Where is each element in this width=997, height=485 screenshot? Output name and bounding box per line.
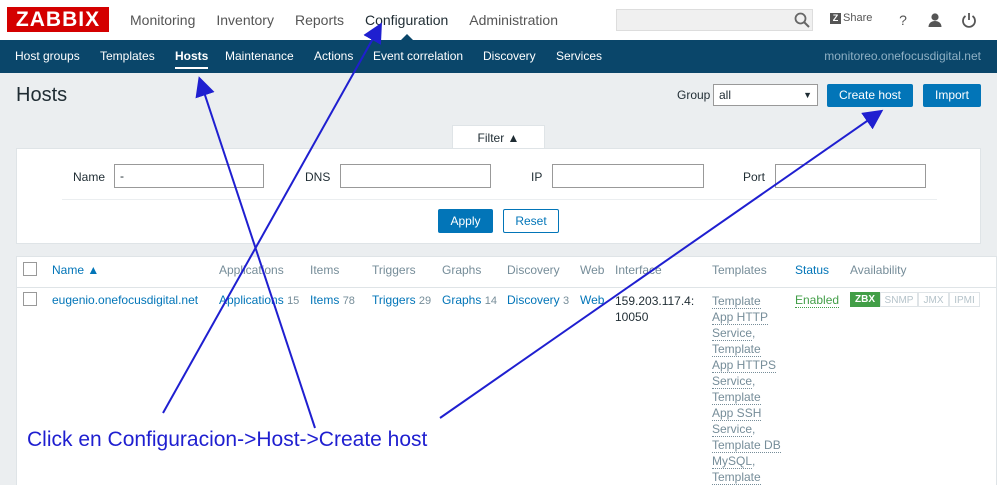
- annotation-arrows: [162, 22, 884, 429]
- annotation-text: Click en Configuracion->Host->Create hos…: [27, 428, 428, 451]
- arrow-to-hosts: [195, 76, 316, 429]
- arrow-to-create-host: [439, 109, 884, 419]
- arrow-to-configuration: [162, 22, 382, 414]
